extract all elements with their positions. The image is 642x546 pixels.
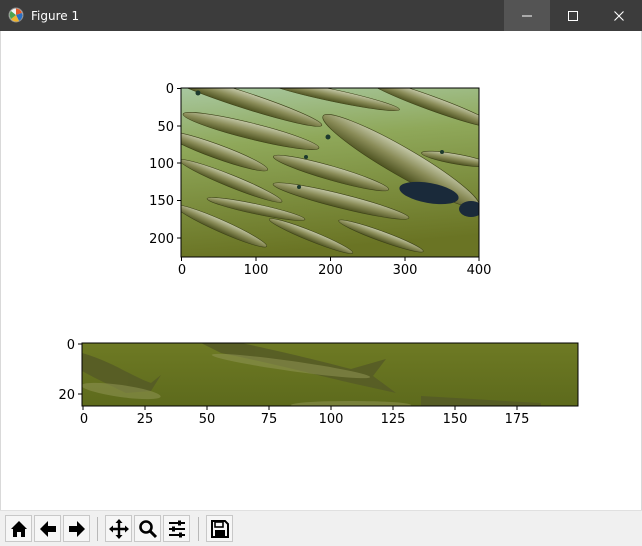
close-button[interactable] <box>596 0 642 31</box>
back-button[interactable] <box>34 515 61 542</box>
save-button[interactable] <box>206 515 233 542</box>
zoom-icon <box>138 519 157 538</box>
window-titlebar[interactable]: Figure 1 <box>0 0 642 31</box>
crop-x-tick: 175 <box>505 412 530 427</box>
main-y-tick: 200 <box>149 232 174 247</box>
toolbar-separator <box>97 517 98 541</box>
main-x-tick: 0 <box>178 263 186 278</box>
home-icon <box>10 520 27 537</box>
crop-x-tick: 150 <box>443 412 468 427</box>
minimize-icon <box>522 15 532 16</box>
main-y-tick: 0 <box>166 82 174 97</box>
crop-x-tick: 50 <box>199 412 216 427</box>
toolbar-separator <box>198 517 199 541</box>
save-icon <box>210 519 229 538</box>
crop-y-tick: 20 <box>58 388 75 403</box>
pan-button[interactable] <box>105 515 132 542</box>
main-x-tick: 300 <box>393 263 418 278</box>
matplotlib-figure-icon <box>8 7 24 23</box>
main-y-tick: 150 <box>149 194 174 209</box>
forward-arrow-icon <box>68 520 85 537</box>
fish-image-main <box>181 88 479 257</box>
zoom-button[interactable] <box>134 515 161 542</box>
maximize-button[interactable] <box>550 0 596 31</box>
configure-subplots-button[interactable] <box>163 515 190 542</box>
crop-x-tick: 100 <box>319 412 344 427</box>
home-button[interactable] <box>5 515 32 542</box>
move-icon <box>108 518 129 539</box>
crop-y-tick: 0 <box>67 338 75 353</box>
crop-x-tick: 75 <box>261 412 278 427</box>
forward-button[interactable] <box>63 515 90 542</box>
crop-x-tick: 0 <box>80 412 88 427</box>
crop-x-tick: 25 <box>137 412 154 427</box>
main-x-tick: 200 <box>318 263 343 278</box>
figure-svg: 0 100 200 300 400 0 50 100 150 200 0 25 … <box>58 82 579 427</box>
main-y-tick: 50 <box>157 120 174 135</box>
sliders-icon <box>168 520 185 537</box>
back-arrow-icon <box>39 520 56 537</box>
figure-canvas[interactable]: 0 100 200 300 400 0 50 100 150 200 0 25 … <box>0 31 642 510</box>
main-x-tick: 100 <box>244 263 269 278</box>
window-title: Figure 1 <box>31 9 80 23</box>
fish-image-crop <box>82 343 578 406</box>
minimize-button[interactable] <box>504 0 550 31</box>
main-x-tick: 400 <box>467 263 492 278</box>
maximize-icon <box>568 10 578 21</box>
close-icon <box>614 10 624 21</box>
navigation-toolbar <box>0 510 642 546</box>
main-y-tick: 100 <box>149 157 174 172</box>
crop-x-tick: 125 <box>381 412 406 427</box>
